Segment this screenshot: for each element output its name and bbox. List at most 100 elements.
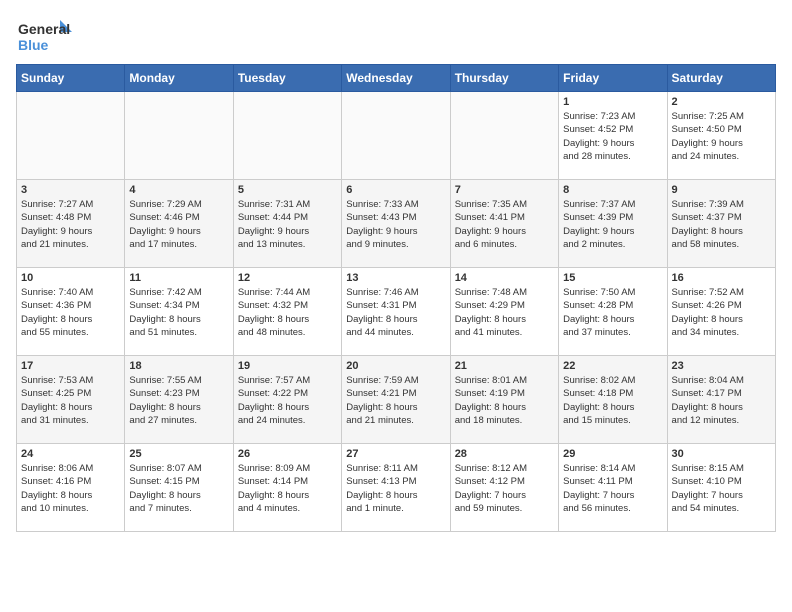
weekday-header-friday: Friday bbox=[559, 65, 667, 92]
day-number: 7 bbox=[455, 184, 554, 196]
calendar-cell: 11 Sunrise: 7:42 AM Sunset: 4:34 PM Dayli… bbox=[125, 268, 233, 356]
calendar-cell: 21 Sunrise: 8:01 AM Sunset: 4:19 PM Dayli… bbox=[450, 356, 558, 444]
day-number: 23 bbox=[672, 360, 771, 372]
day-info: Sunrise: 8:11 AM Sunset: 4:13 PM Dayligh… bbox=[346, 462, 445, 515]
day-info: Sunrise: 8:04 AM Sunset: 4:17 PM Dayligh… bbox=[672, 374, 771, 427]
calendar-cell: 23 Sunrise: 8:04 AM Sunset: 4:17 PM Dayli… bbox=[667, 356, 775, 444]
calendar-cell bbox=[342, 92, 450, 180]
calendar-cell: 19 Sunrise: 7:57 AM Sunset: 4:22 PM Dayli… bbox=[233, 356, 341, 444]
day-number: 6 bbox=[346, 184, 445, 196]
day-number: 28 bbox=[455, 448, 554, 460]
day-info: Sunrise: 7:44 AM Sunset: 4:32 PM Dayligh… bbox=[238, 286, 337, 339]
calendar-week-3: 10Sunrise: 7:40 AM Sunset: 4:36 PM Dayli… bbox=[17, 268, 776, 356]
day-number: 9 bbox=[672, 184, 771, 196]
calendar-cell: 17Sunrise: 7:53 AM Sunset: 4:25 PM Dayli… bbox=[17, 356, 125, 444]
calendar-cell: 6 Sunrise: 7:33 AM Sunset: 4:43 PM Daylig… bbox=[342, 180, 450, 268]
day-number: 1 bbox=[563, 96, 662, 108]
calendar-cell bbox=[17, 92, 125, 180]
day-number: 22 bbox=[563, 360, 662, 372]
calendar-cell: 14 Sunrise: 7:48 AM Sunset: 4:29 PM Dayli… bbox=[450, 268, 558, 356]
weekday-header-tuesday: Tuesday bbox=[233, 65, 341, 92]
calendar-cell: 28 Sunrise: 8:12 AM Sunset: 4:12 PM Dayli… bbox=[450, 444, 558, 532]
calendar-cell: 18Sunrise: 7:55 AM Sunset: 4:23 PM Dayli… bbox=[125, 356, 233, 444]
day-info: Sunrise: 7:59 AM Sunset: 4:21 PM Dayligh… bbox=[346, 374, 445, 427]
day-number: 18 bbox=[129, 360, 228, 372]
calendar-body: 1 Sunrise: 7:23 AM Sunset: 4:52 PM Daylig… bbox=[17, 92, 776, 532]
day-info: Sunrise: 8:01 AM Sunset: 4:19 PM Dayligh… bbox=[455, 374, 554, 427]
day-number: 13 bbox=[346, 272, 445, 284]
calendar-cell: 5 Sunrise: 7:31 AM Sunset: 4:44 PM Daylig… bbox=[233, 180, 341, 268]
day-info: Sunrise: 7:25 AM Sunset: 4:50 PM Dayligh… bbox=[672, 110, 771, 163]
calendar-cell: 24Sunrise: 8:06 AM Sunset: 4:16 PM Dayli… bbox=[17, 444, 125, 532]
calendar-cell bbox=[450, 92, 558, 180]
day-info: Sunrise: 8:12 AM Sunset: 4:12 PM Dayligh… bbox=[455, 462, 554, 515]
calendar-cell: 22 Sunrise: 8:02 AM Sunset: 4:18 PM Dayli… bbox=[559, 356, 667, 444]
calendar-cell bbox=[125, 92, 233, 180]
day-info: Sunrise: 7:53 AM Sunset: 4:25 PM Dayligh… bbox=[21, 374, 120, 427]
day-info: Sunrise: 7:48 AM Sunset: 4:29 PM Dayligh… bbox=[455, 286, 554, 339]
weekday-header-row: SundayMondayTuesdayWednesdayThursdayFrid… bbox=[17, 65, 776, 92]
day-number: 5 bbox=[238, 184, 337, 196]
day-info: Sunrise: 7:42 AM Sunset: 4:34 PM Dayligh… bbox=[129, 286, 228, 339]
day-number: 12 bbox=[238, 272, 337, 284]
day-number: 21 bbox=[455, 360, 554, 372]
calendar-cell: 25Sunrise: 8:07 AM Sunset: 4:15 PM Dayli… bbox=[125, 444, 233, 532]
day-number: 2 bbox=[672, 96, 771, 108]
day-info: Sunrise: 7:23 AM Sunset: 4:52 PM Dayligh… bbox=[563, 110, 662, 163]
svg-text:General: General bbox=[18, 21, 70, 37]
calendar-week-1: 1 Sunrise: 7:23 AM Sunset: 4:52 PM Daylig… bbox=[17, 92, 776, 180]
svg-text:Blue: Blue bbox=[18, 37, 49, 53]
day-info: Sunrise: 7:39 AM Sunset: 4:37 PM Dayligh… bbox=[672, 198, 771, 251]
weekday-header-monday: Monday bbox=[125, 65, 233, 92]
day-info: Sunrise: 7:31 AM Sunset: 4:44 PM Dayligh… bbox=[238, 198, 337, 251]
day-info: Sunrise: 7:29 AM Sunset: 4:46 PM Dayligh… bbox=[129, 198, 228, 251]
day-info: Sunrise: 7:27 AM Sunset: 4:48 PM Dayligh… bbox=[21, 198, 120, 251]
day-info: Sunrise: 8:14 AM Sunset: 4:11 PM Dayligh… bbox=[563, 462, 662, 515]
day-number: 15 bbox=[563, 272, 662, 284]
day-number: 8 bbox=[563, 184, 662, 196]
weekday-header-thursday: Thursday bbox=[450, 65, 558, 92]
day-number: 30 bbox=[672, 448, 771, 460]
day-info: Sunrise: 8:02 AM Sunset: 4:18 PM Dayligh… bbox=[563, 374, 662, 427]
calendar-cell: 15 Sunrise: 7:50 AM Sunset: 4:28 PM Dayli… bbox=[559, 268, 667, 356]
day-info: Sunrise: 8:06 AM Sunset: 4:16 PM Dayligh… bbox=[21, 462, 120, 515]
calendar-week-5: 24Sunrise: 8:06 AM Sunset: 4:16 PM Dayli… bbox=[17, 444, 776, 532]
calendar-cell: 29 Sunrise: 8:14 AM Sunset: 4:11 PM Dayli… bbox=[559, 444, 667, 532]
calendar-cell: 2 Sunrise: 7:25 AM Sunset: 4:50 PM Daylig… bbox=[667, 92, 775, 180]
day-number: 11 bbox=[129, 272, 228, 284]
calendar-cell: 7 Sunrise: 7:35 AM Sunset: 4:41 PM Daylig… bbox=[450, 180, 558, 268]
day-info: Sunrise: 7:57 AM Sunset: 4:22 PM Dayligh… bbox=[238, 374, 337, 427]
day-number: 27 bbox=[346, 448, 445, 460]
day-number: 4 bbox=[129, 184, 228, 196]
day-number: 29 bbox=[563, 448, 662, 460]
day-number: 16 bbox=[672, 272, 771, 284]
day-info: Sunrise: 7:50 AM Sunset: 4:28 PM Dayligh… bbox=[563, 286, 662, 339]
calendar-cell: 1 Sunrise: 7:23 AM Sunset: 4:52 PM Daylig… bbox=[559, 92, 667, 180]
calendar-cell: 30Sunrise: 8:15 AM Sunset: 4:10 PM Dayli… bbox=[667, 444, 775, 532]
weekday-header-wednesday: Wednesday bbox=[342, 65, 450, 92]
day-number: 3 bbox=[21, 184, 120, 196]
weekday-header-saturday: Saturday bbox=[667, 65, 775, 92]
weekday-header-sunday: Sunday bbox=[17, 65, 125, 92]
calendar-cell: 12 Sunrise: 7:44 AM Sunset: 4:32 PM Dayli… bbox=[233, 268, 341, 356]
day-number: 14 bbox=[455, 272, 554, 284]
calendar-cell: 16Sunrise: 7:52 AM Sunset: 4:26 PM Dayli… bbox=[667, 268, 775, 356]
day-info: Sunrise: 8:07 AM Sunset: 4:15 PM Dayligh… bbox=[129, 462, 228, 515]
header: GeneralBlue bbox=[16, 16, 776, 56]
day-number: 20 bbox=[346, 360, 445, 372]
calendar-cell: 4 Sunrise: 7:29 AM Sunset: 4:46 PM Daylig… bbox=[125, 180, 233, 268]
calendar-cell: 8 Sunrise: 7:37 AM Sunset: 4:39 PM Daylig… bbox=[559, 180, 667, 268]
logo: GeneralBlue bbox=[16, 16, 76, 56]
day-info: Sunrise: 7:37 AM Sunset: 4:39 PM Dayligh… bbox=[563, 198, 662, 251]
day-info: Sunrise: 7:46 AM Sunset: 4:31 PM Dayligh… bbox=[346, 286, 445, 339]
calendar-cell: 20 Sunrise: 7:59 AM Sunset: 4:21 PM Dayli… bbox=[342, 356, 450, 444]
calendar-week-2: 3 Sunrise: 7:27 AM Sunset: 4:48 PM Daylig… bbox=[17, 180, 776, 268]
day-info: Sunrise: 7:33 AM Sunset: 4:43 PM Dayligh… bbox=[346, 198, 445, 251]
calendar-cell: 3 Sunrise: 7:27 AM Sunset: 4:48 PM Daylig… bbox=[17, 180, 125, 268]
day-number: 19 bbox=[238, 360, 337, 372]
day-info: Sunrise: 7:35 AM Sunset: 4:41 PM Dayligh… bbox=[455, 198, 554, 251]
calendar-week-4: 17Sunrise: 7:53 AM Sunset: 4:25 PM Dayli… bbox=[17, 356, 776, 444]
calendar-cell: 10Sunrise: 7:40 AM Sunset: 4:36 PM Dayli… bbox=[17, 268, 125, 356]
logo-svg: GeneralBlue bbox=[16, 16, 76, 56]
calendar-cell: 26Sunrise: 8:09 AM Sunset: 4:14 PM Dayli… bbox=[233, 444, 341, 532]
